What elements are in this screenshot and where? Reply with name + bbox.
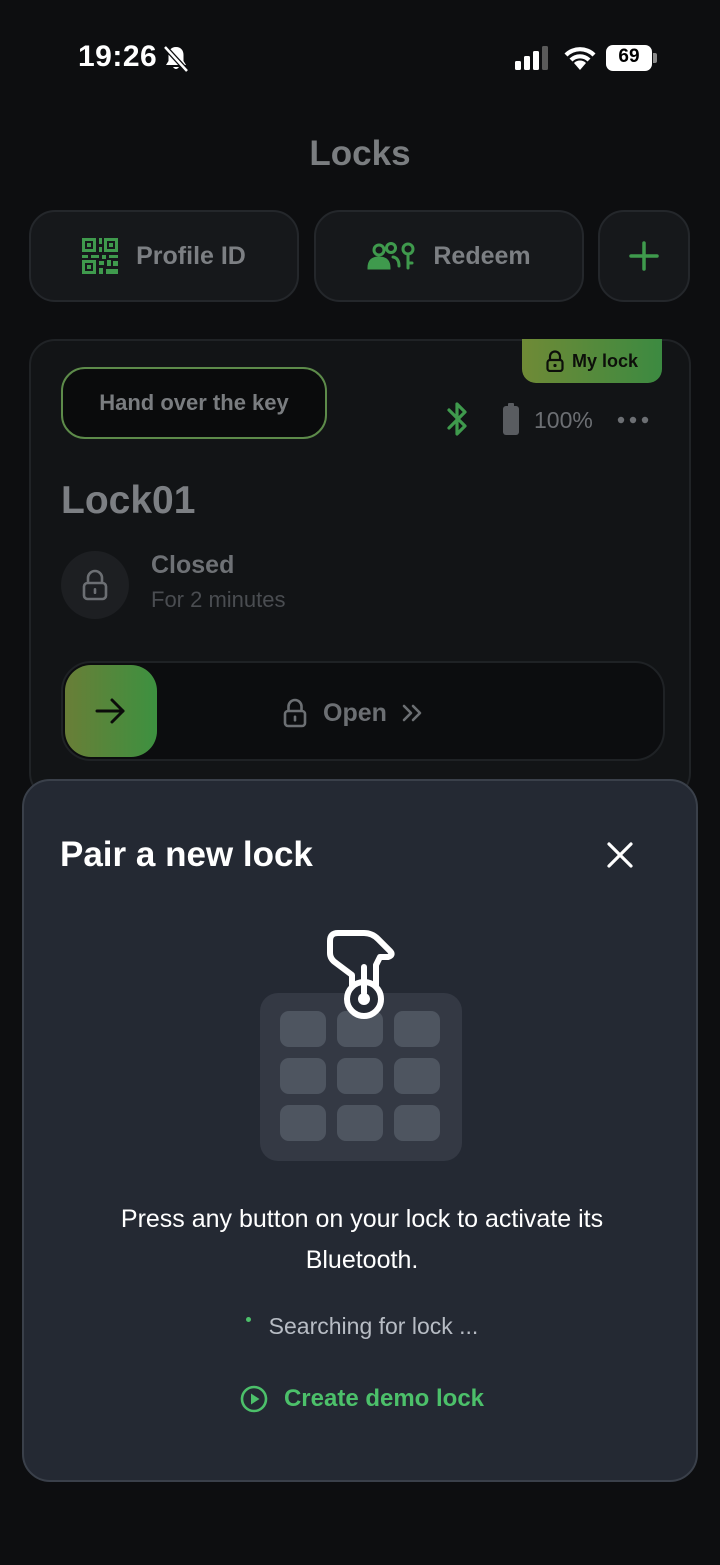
plus-icon: [629, 241, 659, 271]
arrow-right-icon: [95, 698, 125, 724]
create-demo-lock-label: Create demo lock: [283, 1385, 485, 1412]
profile-id-label: Profile ID: [136, 241, 246, 270]
more-options-icon[interactable]: [616, 407, 650, 433]
slide-to-open-track[interactable]: Open: [61, 661, 665, 761]
redeem-button[interactable]: Redeem: [314, 210, 584, 302]
padlock-open-icon: [283, 698, 307, 728]
lock-battery-icon: [503, 403, 519, 435]
battery-status-icon: 69: [606, 45, 658, 71]
lock-battery-percent: 100%: [534, 407, 593, 433]
hand-over-key-button[interactable]: Hand over the key: [61, 367, 327, 439]
add-lock-button[interactable]: [598, 210, 690, 302]
lock-card[interactable]: My lock Hand over the key 100% Lock01 Cl…: [29, 339, 691, 799]
status-bar: 19:26 69: [0, 0, 720, 110]
lock-state-title: Closed: [151, 551, 235, 579]
searching-status: Searching for lock ...: [24, 1313, 700, 1340]
play-circle-icon: [240, 1385, 268, 1413]
qr-code-icon: [82, 238, 119, 274]
wifi-icon: [564, 47, 596, 70]
battery-level: 69: [618, 46, 640, 67]
my-lock-badge: My lock: [522, 339, 662, 383]
double-chevron-right-icon: [402, 704, 422, 722]
pointing-hand-icon: [327, 930, 395, 1019]
close-icon: [607, 842, 633, 868]
lock-state-indicator: [61, 551, 129, 619]
lock-state-duration: For 2 minutes: [151, 587, 286, 612]
keypad-illustration: [260, 927, 464, 1163]
my-lock-label: My lock: [571, 350, 639, 371]
padlock-closed-icon: [82, 569, 108, 601]
bell-slash-icon: [163, 45, 189, 73]
redeem-label: Redeem: [433, 241, 531, 270]
slide-to-open-label: Open: [323, 698, 387, 727]
padlock-icon: [546, 350, 564, 372]
profile-id-button[interactable]: Profile ID: [29, 210, 299, 302]
slide-to-open-label-group: Open: [283, 693, 423, 733]
sheet-title: Pair a new lock: [60, 835, 313, 874]
lock-name: Lock01: [61, 479, 196, 522]
create-demo-lock-button[interactable]: Create demo lock: [24, 1385, 700, 1413]
slide-to-open-handle[interactable]: [65, 665, 157, 757]
page-title: Locks: [309, 134, 411, 173]
close-button[interactable]: [598, 833, 642, 877]
users-key-icon: [367, 242, 415, 270]
pair-lock-sheet: Pair a new lock Press any button on your…: [22, 779, 698, 1482]
status-time: 19:26: [78, 40, 158, 73]
bluetooth-icon: [447, 402, 467, 436]
spinner-dot-icon: [245, 1317, 251, 1322]
pairing-instructions: Press any button on your lock to activat…: [120, 1205, 604, 1274]
cellular-signal-icon: [515, 46, 548, 70]
hand-over-key-label: Hand over the key: [99, 390, 289, 415]
searching-text: Searching for lock ...: [268, 1313, 479, 1339]
